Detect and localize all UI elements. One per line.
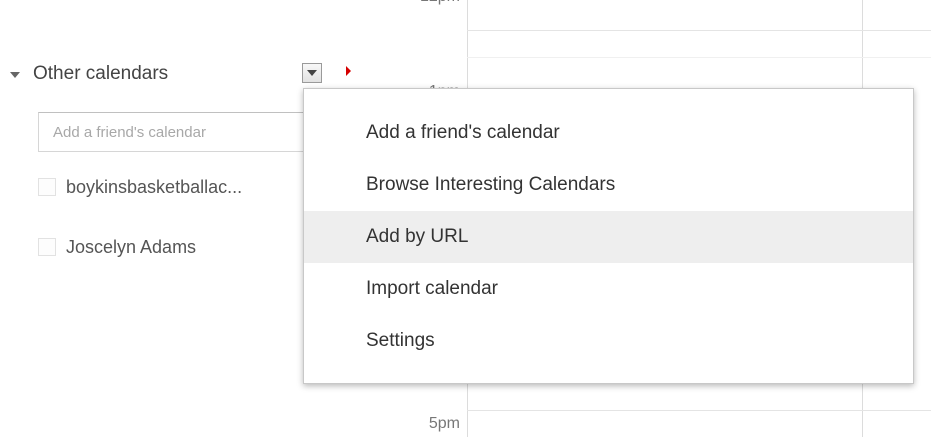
calendar-page: 12pm 1pm 5pm Other calendars boykinsbask… [0,0,931,437]
menu-item-import-calendar[interactable]: Import calendar [304,263,913,315]
calendar-list-item[interactable]: boykinsbasketballac... [38,176,242,198]
current-time-marker [346,66,351,76]
calendar-name: Joscelyn Adams [66,236,197,257]
menu-item-add-by-url[interactable]: Add by URL [304,211,913,263]
menu-item-browse-interesting-calendars[interactable]: Browse Interesting Calendars [304,159,913,211]
calendar-checkbox[interactable] [38,238,56,256]
half-hour-line [467,30,931,31]
calendar-name: boykinsbasketballac... [66,176,243,197]
other-calendars-dropdown-menu: Add a friend's calendar Browse Interesti… [303,88,914,384]
section-title: Other calendars [33,63,169,84]
dropdown-arrow-icon [307,70,317,76]
menu-item-add-friends-calendar[interactable]: Add a friend's calendar [304,107,913,159]
calendar-checkbox[interactable] [38,178,56,196]
menu-item-settings[interactable]: Settings [304,315,913,367]
other-calendars-menu-button[interactable] [302,63,322,83]
time-label: 5pm [428,415,460,432]
other-calendars-header[interactable]: Other calendars [10,60,168,88]
hour-line [467,57,931,58]
calendar-list-item[interactable]: Joscelyn Adams [38,236,196,258]
time-label: 12pm [420,0,460,6]
caret-down-icon[interactable] [10,72,20,78]
hour-line [467,410,931,411]
add-friend-calendar-input[interactable] [38,112,310,152]
